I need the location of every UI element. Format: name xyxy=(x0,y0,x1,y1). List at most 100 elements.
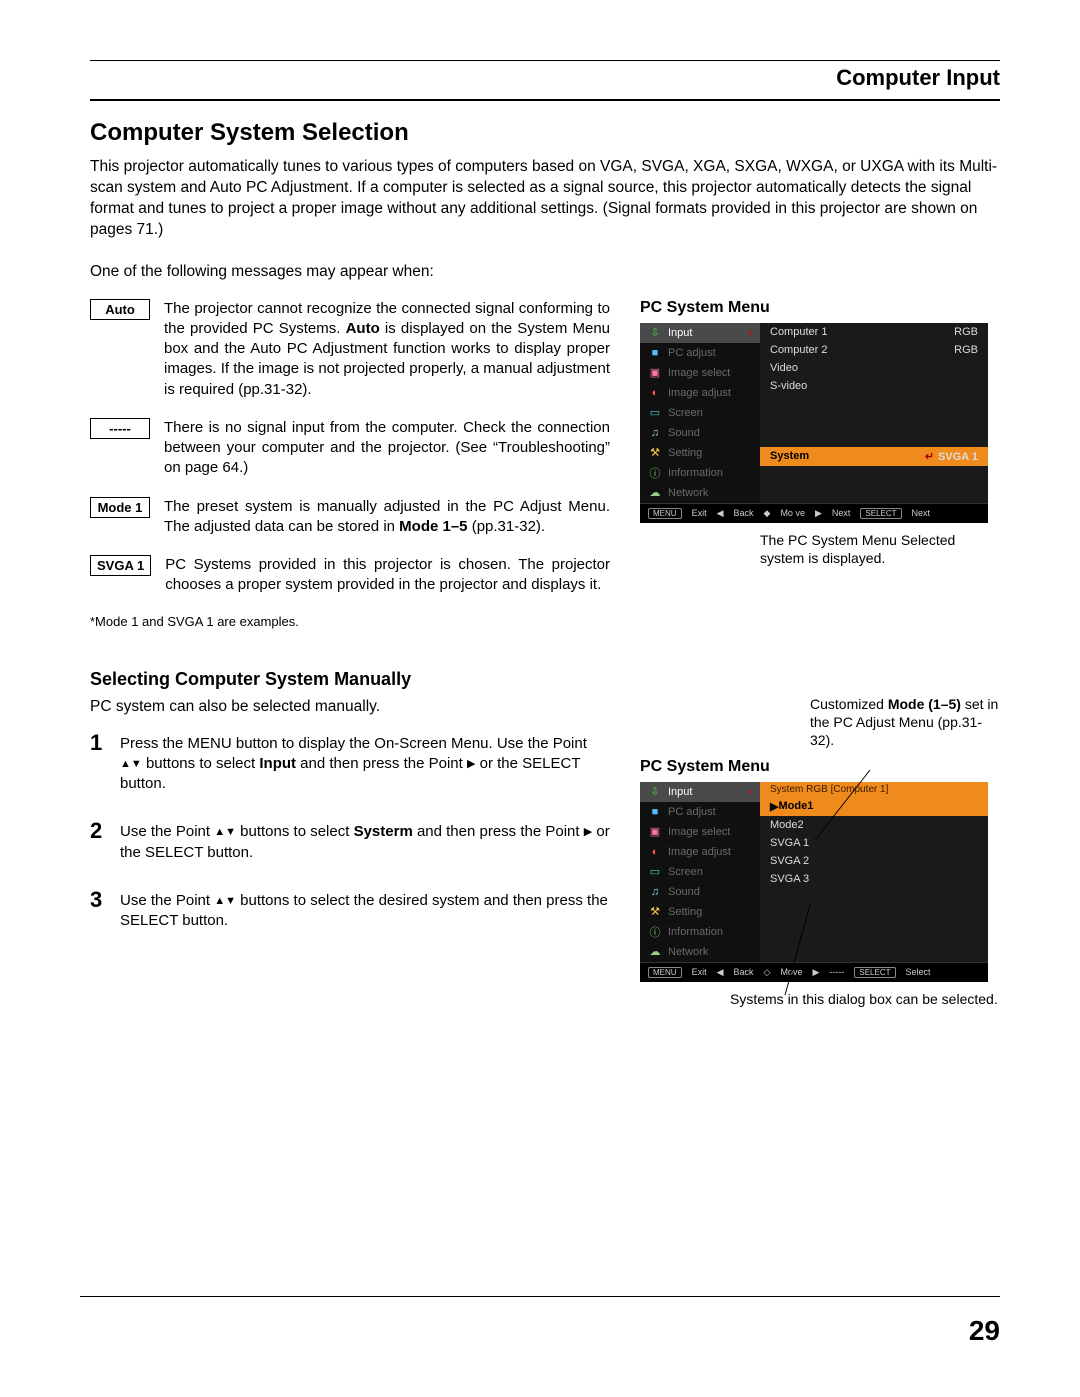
osd-sidebar-item: ▭Screen xyxy=(640,403,760,423)
osd-sidebar-item: ▭ Screen xyxy=(640,862,760,882)
message-row: Mode 1 The preset system is manually adj… xyxy=(90,497,610,538)
message-row: ----- There is no signal input from the … xyxy=(90,418,610,479)
menu-icon: ⚒ xyxy=(648,906,662,918)
osd-menu: ⇩ Input ‹ ■PC adjust▣Image select ◐ Image adj… xyxy=(640,782,988,982)
chevron-right-icon: ‹ xyxy=(748,327,752,339)
t: SVGA 3 xyxy=(770,873,809,885)
menu-icon: ⇩ xyxy=(648,786,662,798)
osd-sidebar-label: Screen xyxy=(668,407,703,419)
step-number: 3 xyxy=(90,887,110,932)
osd-sidebar-item: ▣Image select xyxy=(640,822,760,842)
step-number: 1 xyxy=(90,730,110,795)
up-down-triangle-icon: ▲▼ xyxy=(120,758,142,770)
t-bold: Mode (1–5) xyxy=(888,696,961,712)
t: buttons to select xyxy=(236,823,354,840)
t: SVGA 1 xyxy=(938,451,978,463)
footer-rule xyxy=(80,1296,1000,1297)
t: Video xyxy=(770,362,798,374)
osd-sidebar-label: Image select xyxy=(668,367,730,379)
t: ----- xyxy=(829,967,844,978)
osd-sidebar-label: Input xyxy=(668,786,692,798)
osd-row-selected: System ↵SVGA 1 xyxy=(760,447,988,466)
t: Exit xyxy=(692,508,707,519)
step-number: 2 xyxy=(90,818,110,863)
osd-footer: MENUExit ◀Back ◆Mo ve ▶Next SELECTNext xyxy=(640,503,988,523)
message-text: PC Systems provided in this projector is… xyxy=(165,555,610,596)
osd-sidebar-label: Image adjust xyxy=(668,846,731,858)
message-text: The preset system is manually adjusted i… xyxy=(164,497,610,538)
t: Exit xyxy=(692,967,707,978)
osd-row: S-video xyxy=(760,377,988,395)
t: Mode2 xyxy=(770,819,804,831)
t: buttons to select xyxy=(142,755,260,772)
rule-thick xyxy=(90,99,1000,101)
t: RGB xyxy=(954,326,978,338)
osd-row: SVGA 3 xyxy=(760,870,988,888)
osd1-caption: PC System Menu xyxy=(640,299,1000,317)
t-bold: Mode 1–5 xyxy=(399,518,467,535)
t: Back xyxy=(734,967,754,978)
menu-icon: ⚒ xyxy=(648,447,662,459)
t: Mode1 xyxy=(778,800,813,813)
osd-row-selected: ▶ Mode1 xyxy=(760,797,988,816)
osd2-annotation-top: Customized Mode (1–5) set in the PC Adju… xyxy=(810,695,1000,750)
osd-sidebar-item: ♫Sound xyxy=(640,882,760,902)
osd-sidebar-item: ⓘ Information xyxy=(640,463,760,483)
message-label: ----- xyxy=(90,418,150,439)
intro-paragraph: This projector automatically tunes to va… xyxy=(90,157,1000,241)
up-down-triangle-icon: ▲▼ xyxy=(214,826,236,838)
menu-icon: ⓘ xyxy=(648,467,662,479)
pill: SELECT xyxy=(854,967,895,978)
t: and then press the Point xyxy=(413,823,584,840)
step-text: Use the Point ▲▼ buttons to select Syste… xyxy=(120,818,610,863)
right-triangle-icon: ▶ xyxy=(812,967,819,978)
message-label: Mode 1 xyxy=(90,497,150,518)
t: Press the MENU button to display the On-… xyxy=(120,735,587,752)
osd-row: SVGA 2 xyxy=(760,852,988,870)
chevron-right-icon: ‹ xyxy=(748,786,752,798)
osd-content: Computer 1RGB Computer 2 RGB Video S-video S… xyxy=(760,323,988,503)
osd-sidebar-label: Network xyxy=(668,487,708,499)
left-triangle-icon: ◀ xyxy=(717,967,724,978)
osd-content: System RGB [Computer 1] ▶ Mode1Mode2SVGA… xyxy=(760,782,988,962)
osd-sidebar-label: Information xyxy=(668,467,723,479)
section-title: Computer System Selection xyxy=(90,119,1000,147)
right-triangle-icon: ▶ xyxy=(584,826,592,838)
step: 1 Press the MENU button to display the O… xyxy=(90,730,610,795)
t-bold: Systerm xyxy=(354,823,413,840)
osd-sidebar-item: ☁ Network xyxy=(640,942,760,962)
osd-row: Computer 1RGB xyxy=(760,323,988,341)
step: 2 Use the Point ▲▼ buttons to select Sys… xyxy=(90,818,610,863)
osd-sidebar-label: Network xyxy=(668,946,708,958)
osd-row: SVGA 1 xyxy=(760,834,988,852)
page-number: 29 xyxy=(969,1315,1000,1347)
message-row: SVGA 1 PC Systems provided in this proje… xyxy=(90,555,610,596)
t: SVGA 2 xyxy=(770,855,809,867)
osd-sidebar-label: Screen xyxy=(668,866,703,878)
osd-sidebar-item: ■PC adjust xyxy=(640,802,760,822)
message-label: SVGA 1 xyxy=(90,555,151,576)
manual-intro: PC system can also be selected manually. xyxy=(90,698,610,716)
t: Mo ve xyxy=(780,508,805,519)
menu-icon: ☁ xyxy=(648,946,662,958)
pill: MENU xyxy=(648,967,682,978)
t: Computer 2 xyxy=(770,344,827,356)
t: Use the Point xyxy=(120,892,214,909)
osd-sidebar: ⇩ Input ‹ ■PC adjust▣Image select ◐ Image adj… xyxy=(640,782,760,962)
step-text: Use the Point ▲▼ buttons to select the d… xyxy=(120,887,610,932)
diamond-icon: ◆ xyxy=(764,508,771,519)
t-bold: Input xyxy=(259,755,296,772)
osd-sidebar-item: ⚒ Setting xyxy=(640,902,760,922)
t: Select xyxy=(906,967,931,978)
t-bold: Auto xyxy=(346,320,380,337)
osd-sidebar-label: Setting xyxy=(668,906,702,918)
message-label: Auto xyxy=(90,299,150,320)
osd-sidebar-item: ◐Image adjust xyxy=(640,383,760,403)
marker-icon: ▶ xyxy=(770,800,778,813)
manual-title: Selecting Computer System Manually xyxy=(90,669,610,690)
menu-icon: ⇩ xyxy=(648,327,662,339)
menu-icon: ▭ xyxy=(648,866,662,878)
osd-footer: MENUExit ◀Back ◇Move ▶----- SELECTSelect xyxy=(640,962,988,982)
menu-icon: ◐ xyxy=(648,846,662,858)
t: Use the Point xyxy=(120,823,214,840)
